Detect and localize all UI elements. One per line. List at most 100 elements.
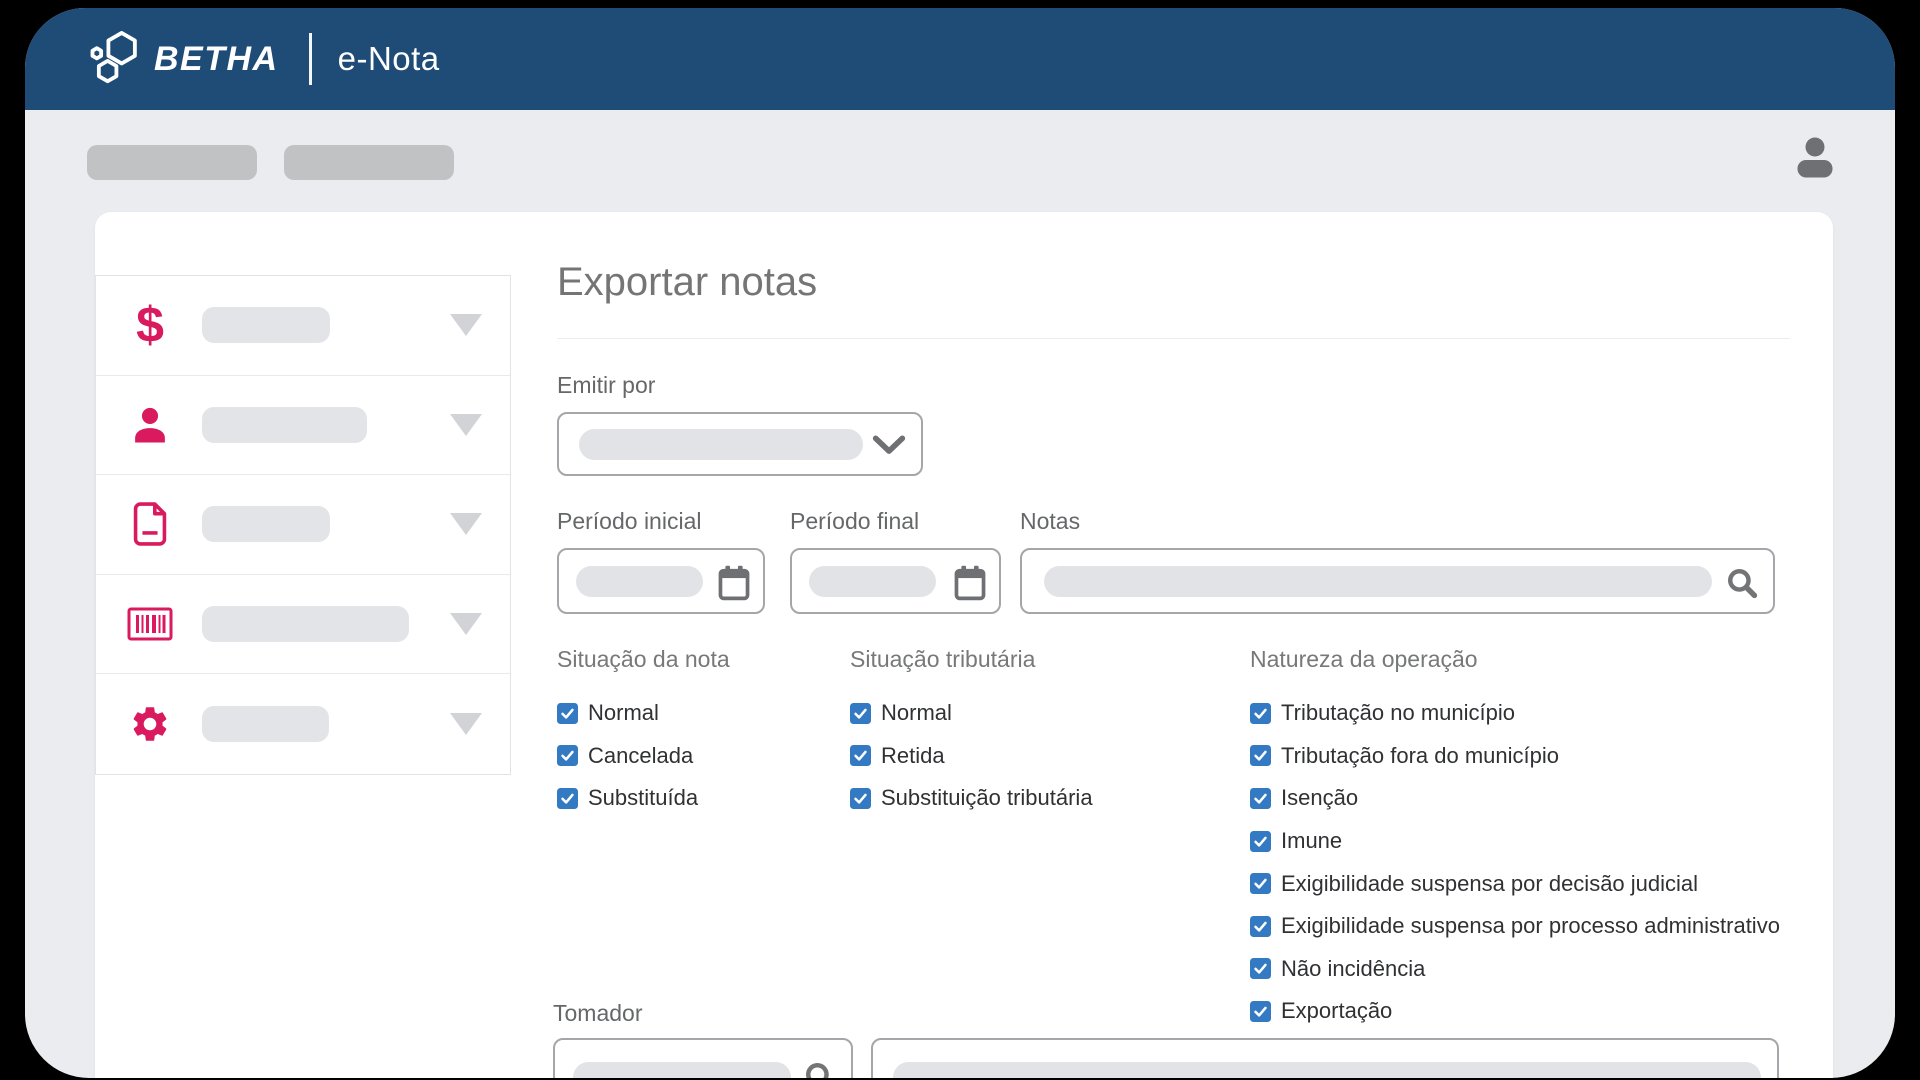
checkbox-row-retida[interactable]: Retida <box>850 735 1093 778</box>
caret-down-icon <box>450 513 482 536</box>
betha-hexagons-icon <box>90 31 137 84</box>
checkbox-checked-icon[interactable] <box>1250 745 1271 767</box>
menu-label-placeholder <box>202 705 329 742</box>
checkbox-row-tributacao-no-municipio[interactable]: Tributação no município <box>1250 692 1780 735</box>
breadcrumb-placeholder[interactable] <box>284 145 454 180</box>
checkbox-checked-icon[interactable] <box>850 787 871 809</box>
barcode-icon <box>126 607 174 641</box>
emitir-por-select[interactable] <box>557 412 923 476</box>
checkbox-checked-icon[interactable] <box>557 702 578 724</box>
betha-logo: BETHA e-Nota <box>88 31 440 87</box>
group-title: Natureza da operação <box>1250 646 1478 672</box>
caret-down-icon <box>450 612 482 635</box>
checkbox-row-substituicao-tributaria[interactable]: Substituição tributária <box>850 777 1093 820</box>
checkbox-label: Isenção <box>1281 785 1359 811</box>
periodo-inicial-input[interactable] <box>557 548 765 614</box>
content-card: $ Exportar notas Emitir por Período inic… <box>95 212 1833 1078</box>
emitir-por-label: Emitir por <box>557 372 656 398</box>
checkbox-label: Tributação fora do município <box>1281 742 1559 768</box>
date-value-placeholder <box>809 566 936 597</box>
notas-input[interactable] <box>1020 548 1775 614</box>
checkbox-label: Tributação no município <box>1281 700 1515 726</box>
checkbox-label: Exigibilidade suspensa por decisão judic… <box>1281 870 1699 896</box>
group-title: Situação tributária <box>850 646 1036 672</box>
calendar-icon[interactable] <box>718 565 750 601</box>
sidebar-item-user[interactable] <box>96 376 510 475</box>
checkbox-label: Normal <box>588 700 659 726</box>
checkbox-row-normal[interactable]: Normal <box>557 692 730 735</box>
checkbox-row-trib-normal[interactable]: Normal <box>850 692 1093 735</box>
dollar-icon: $ <box>136 297 164 354</box>
chevron-down-icon[interactable] <box>872 435 906 455</box>
periodo-inicial-label: Período inicial <box>557 508 702 534</box>
gear-icon <box>126 703 174 745</box>
app-window: BETHA e-Nota $ Exportar notas Emitir por… <box>25 8 1895 1078</box>
tomador-name-input[interactable] <box>871 1038 1779 1078</box>
product-name: e-Nota <box>337 40 440 77</box>
breadcrumb <box>87 145 454 180</box>
checkbox-checked-icon[interactable] <box>1250 702 1271 724</box>
sidebar-item-settings[interactable] <box>96 674 510 774</box>
checkbox-row-exportacao[interactable]: Exportação <box>1250 990 1780 1033</box>
person-icon <box>126 404 174 446</box>
menu-label-placeholder <box>202 406 367 443</box>
caret-down-icon <box>450 413 482 436</box>
checkbox-label: Normal <box>881 700 952 726</box>
notas-value-placeholder <box>1044 566 1712 597</box>
checkbox-row-exigibilidade-decisao-judicial[interactable]: Exigibilidade suspensa por decisão judic… <box>1250 862 1780 905</box>
checkbox-checked-icon[interactable] <box>1250 915 1271 937</box>
search-icon[interactable] <box>1725 566 1759 600</box>
brand-name: BETHA <box>154 39 279 78</box>
checkbox-row-cancelada[interactable]: Cancelada <box>557 735 730 778</box>
menu-label-placeholder <box>202 605 409 642</box>
checkbox-checked-icon[interactable] <box>1250 1000 1271 1022</box>
checkbox-label: Não incidência <box>1281 955 1426 981</box>
search-icon[interactable] <box>803 1060 837 1078</box>
checkbox-label: Exigibilidade suspensa por processo admi… <box>1281 913 1780 939</box>
group-natureza-da-operacao: Natureza da operação Tributação no munic… <box>1250 646 1780 1033</box>
date-value-placeholder <box>576 566 703 597</box>
page-title: Exportar notas <box>557 260 818 304</box>
checkbox-label: Exportação <box>1281 998 1393 1024</box>
title-divider <box>557 338 1790 339</box>
checkbox-label: Substituição tributária <box>881 785 1093 811</box>
checkbox-checked-icon[interactable] <box>557 745 578 767</box>
checkbox-checked-icon[interactable] <box>1250 873 1271 895</box>
checkbox-checked-icon[interactable] <box>1250 787 1271 809</box>
checkbox-label: Imune <box>1281 828 1343 854</box>
user-icon[interactable] <box>1793 134 1837 180</box>
menu-label-placeholder <box>202 307 330 344</box>
checkbox-row-nao-incidencia[interactable]: Não incidência <box>1250 948 1780 991</box>
select-value-placeholder <box>579 429 863 460</box>
sidebar-item-document[interactable] <box>96 475 510 575</box>
checkbox-checked-icon[interactable] <box>1250 830 1271 852</box>
calendar-icon[interactable] <box>954 565 986 601</box>
checkbox-row-exigibilidade-processo-administrativo[interactable]: Exigibilidade suspensa por processo admi… <box>1250 905 1780 948</box>
checkbox-row-isencao[interactable]: Isenção <box>1250 777 1780 820</box>
tomador-value-placeholder <box>573 1062 791 1078</box>
group-situacao-tributaria: Situação tributária Normal Retida Substi… <box>850 646 1093 820</box>
checkbox-row-substituida[interactable]: Substituída <box>557 777 730 820</box>
checkbox-label: Cancelada <box>588 742 694 768</box>
checkbox-checked-icon[interactable] <box>557 787 578 809</box>
tomador-label: Tomador <box>553 1000 643 1026</box>
checkbox-row-imune[interactable]: Imune <box>1250 820 1780 863</box>
periodo-final-input[interactable] <box>790 548 1001 614</box>
sidebar-item-barcode[interactable] <box>96 575 510 674</box>
breadcrumb-placeholder[interactable] <box>87 145 257 180</box>
sidebar-menu: $ <box>95 275 511 775</box>
caret-down-icon <box>450 314 482 337</box>
checkbox-row-tributacao-fora-do-municipio[interactable]: Tributação fora do município <box>1250 735 1780 778</box>
tomador-search-input[interactable] <box>553 1038 853 1078</box>
sidebar-item-financial[interactable]: $ <box>96 276 510 376</box>
periodo-final-label: Período final <box>790 508 920 534</box>
document-icon <box>126 502 174 546</box>
tomador-name-placeholder <box>893 1062 1761 1078</box>
notas-label: Notas <box>1020 508 1081 534</box>
checkbox-checked-icon[interactable] <box>1250 958 1271 980</box>
checkbox-label: Substituída <box>588 785 699 811</box>
menu-label-placeholder <box>202 506 330 543</box>
checkbox-checked-icon[interactable] <box>850 745 871 767</box>
checkbox-checked-icon[interactable] <box>850 702 871 724</box>
top-navbar: BETHA e-Nota <box>25 8 1895 110</box>
